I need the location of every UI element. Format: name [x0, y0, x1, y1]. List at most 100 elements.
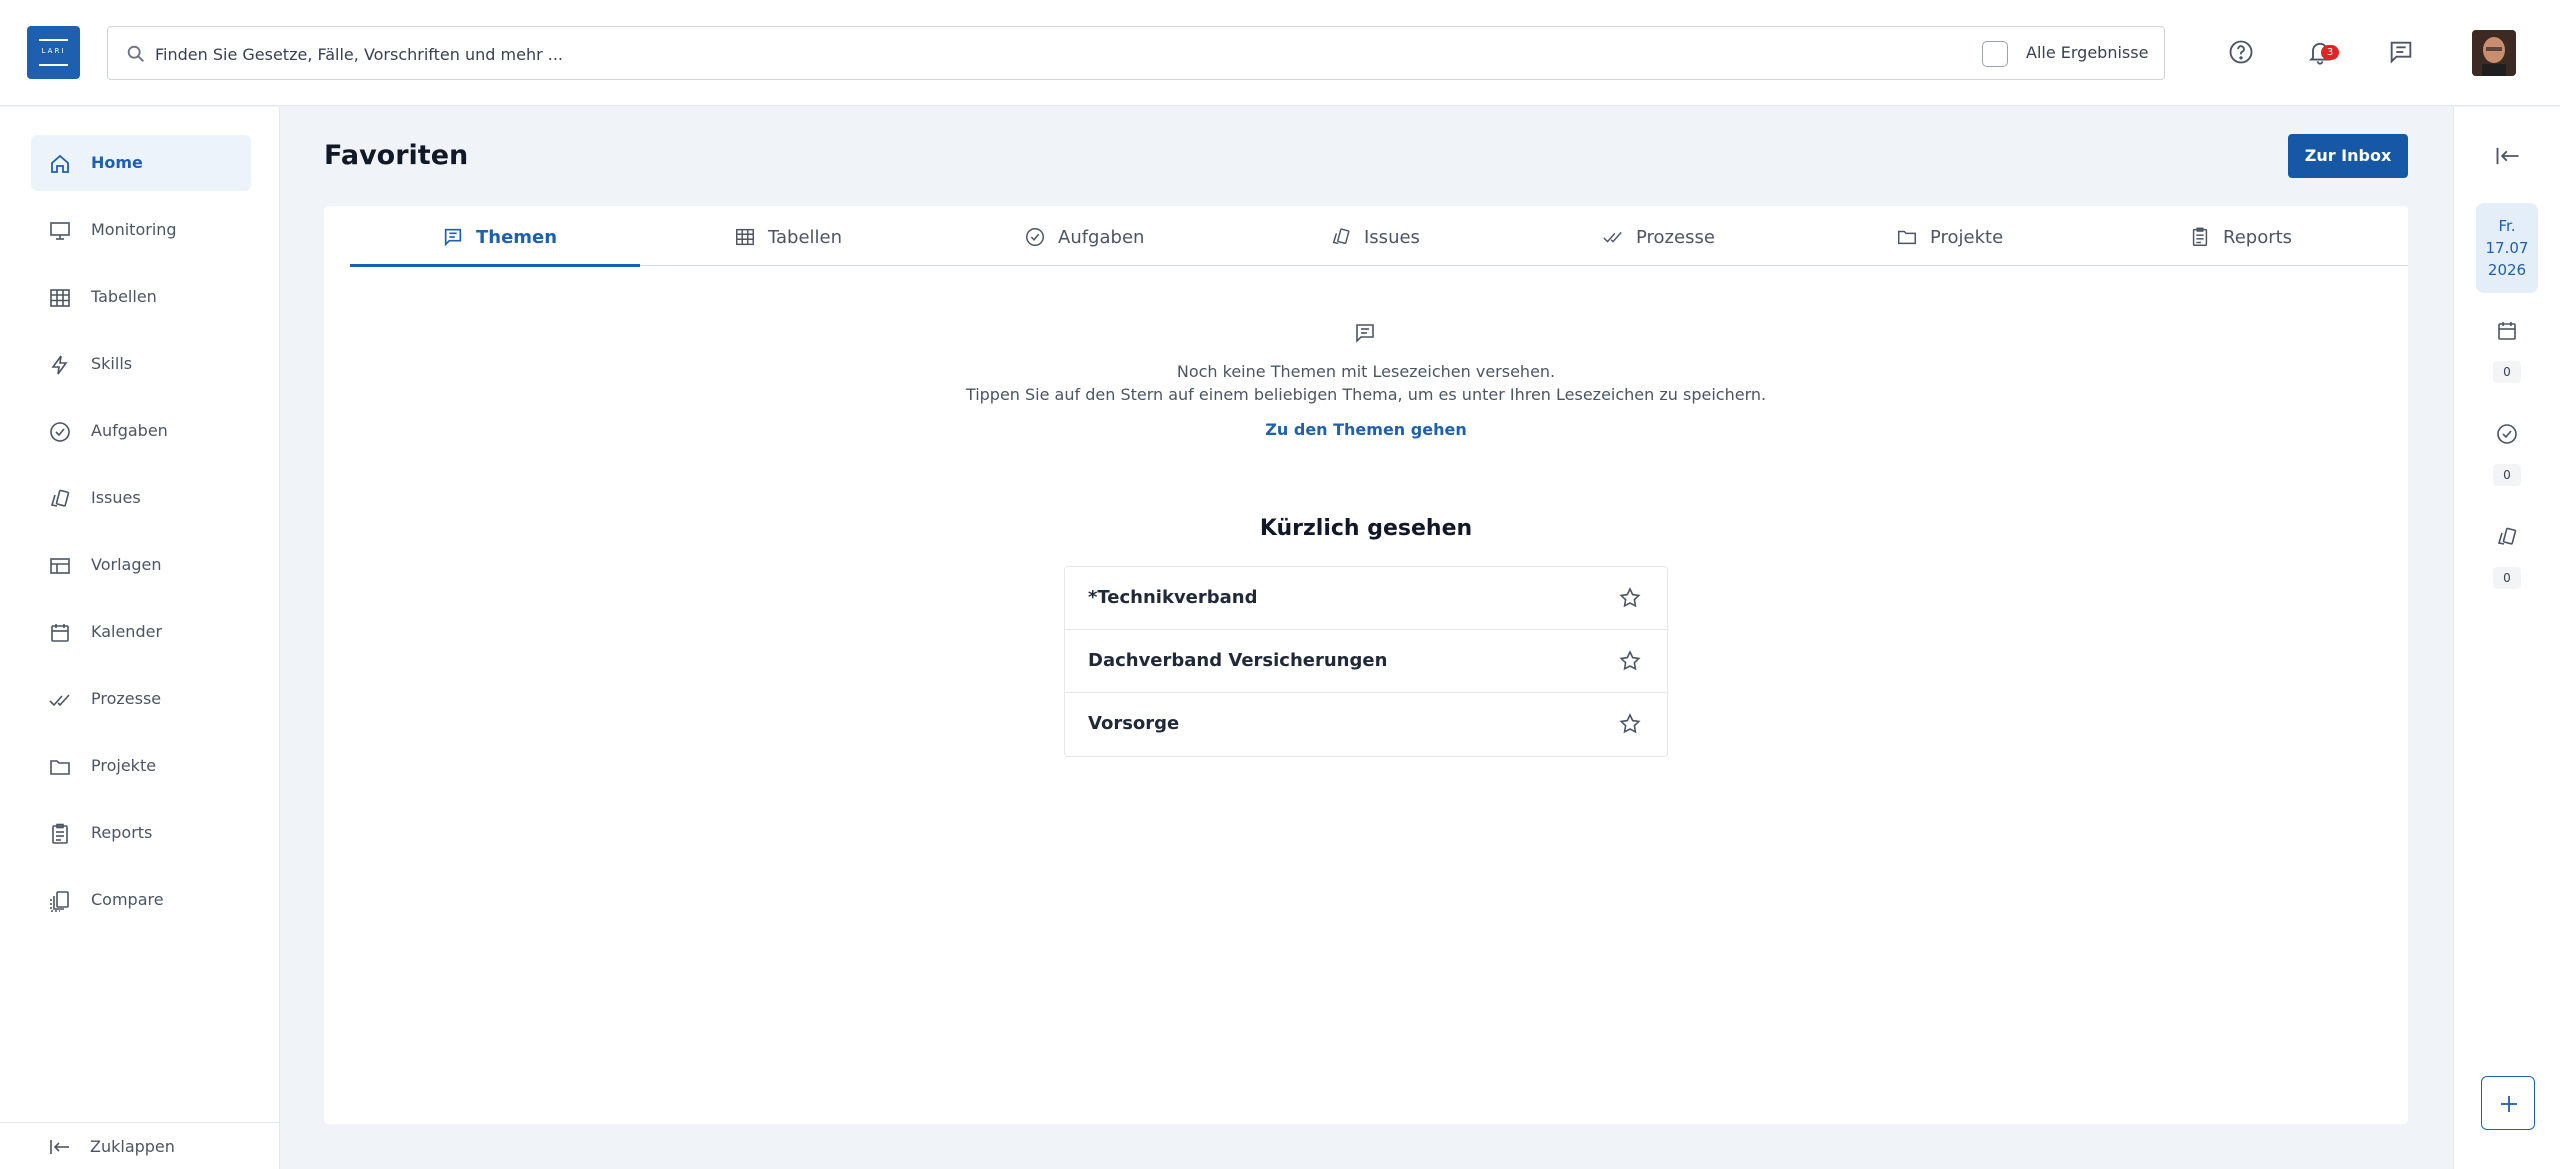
list-item-label: *Technikverband [1088, 587, 1258, 608]
issues-icon [1332, 228, 1350, 245]
sidebar-item-label: Projekte [91, 756, 157, 775]
sidebar-item-reports[interactable]: Reports [31, 805, 251, 861]
list-item-label: Dachverband Versicherungen [1088, 650, 1388, 671]
search-icon [127, 45, 144, 62]
sidebar-item-monitoring[interactable]: Monitoring [31, 202, 251, 258]
sidebar-item-home[interactable]: Home [31, 135, 251, 191]
empty-state-chat-icon [1356, 324, 1374, 343]
double-check-icon [1603, 231, 1622, 243]
date-year: 2026 [2487, 261, 2527, 279]
tab-label: Aufgaben [1058, 227, 1145, 248]
page-title: Favoriten [324, 140, 469, 171]
search-bar: Alle Ergebnisse [107, 26, 2165, 80]
list-item[interactable]: *Technikverband [1065, 567, 1667, 630]
sidebar-item-projekte[interactable]: Projekte [31, 738, 251, 794]
date-weekday: Fr. [2498, 217, 2516, 235]
collapse-sidebar-button[interactable]: Zuklappen [0, 1122, 280, 1169]
avatar[interactable] [2472, 30, 2516, 76]
bolt-icon [51, 355, 68, 375]
sidebar-item-tabellen[interactable]: Tabellen [31, 269, 251, 325]
check-circle-icon [50, 422, 70, 442]
sidebar-item-vorlagen[interactable]: Vorlagen [31, 537, 251, 593]
favorites-card: Themen Tabellen Aufgaben Issues Prozesse… [324, 206, 2408, 1124]
folder-icon [50, 760, 70, 775]
go-to-topics-link: Zu den Themen gehen [324, 420, 2408, 439]
tab-label: Tabellen [768, 227, 843, 248]
sidebar-item-label: Prozesse [91, 689, 162, 708]
calendar-icon[interactable] [2495, 319, 2519, 343]
sidebar-item-issues[interactable]: Issues [31, 470, 251, 526]
app-logo[interactable]: LARI [27, 26, 80, 79]
sidebar-item-kalender[interactable]: Kalender [31, 604, 251, 660]
logo-text: LARI [41, 47, 66, 55]
table-icon [736, 228, 754, 246]
sidebar-item-label: Issues [91, 488, 141, 507]
list-item[interactable]: Vorsorge [1065, 693, 1667, 756]
tab-label: Issues [1364, 227, 1420, 248]
sidebar-item-label: Tabellen [91, 287, 157, 306]
check-circle-icon [1026, 228, 1044, 246]
recently-viewed-title: Kürzlich gesehen [1259, 516, 1473, 541]
tab-issues[interactable]: Issues [1220, 206, 1510, 266]
tab-projekte[interactable]: Projekte [1800, 206, 2090, 266]
help-icon[interactable] [2227, 38, 2255, 66]
clipboard-icon [52, 823, 68, 844]
chat-icon [444, 228, 462, 247]
calendar-icon [51, 624, 69, 642]
tab-reports[interactable]: Reports [2090, 206, 2380, 266]
collapse-left-icon[interactable] [2494, 142, 2522, 170]
sidebar-item-skills[interactable]: Skills [31, 336, 251, 392]
tab-bar: Themen Tabellen Aufgaben Issues Prozesse… [350, 206, 2408, 267]
tab-label: Reports [2223, 227, 2293, 248]
notification-badge: 3 [2321, 45, 2339, 60]
right-rail: Fr. 17.07 2026 0 0 0 [2453, 107, 2560, 1169]
empty-state-hint: Tippen Sie auf den Stern auf einem belie… [965, 385, 1767, 404]
tasks-count: 0 [2493, 464, 2521, 486]
sidebar-item-label: Monitoring [91, 220, 177, 239]
home-icon [51, 154, 69, 173]
template-icon [50, 558, 70, 574]
list-item-label: Vorsorge [1088, 713, 1180, 734]
check-circle-icon[interactable] [2495, 422, 2519, 446]
tab-prozesse[interactable]: Prozesse [1510, 206, 1800, 266]
calendar-count: 0 [2493, 361, 2521, 383]
sidebar: Home Monitoring Tabellen Skills Aufgaben… [0, 107, 280, 1169]
sidebar-item-label: Compare [91, 890, 164, 909]
sidebar-item-label: Vorlagen [91, 555, 162, 574]
sidebar-item-label: Reports [91, 823, 153, 842]
empty-state-message: Noch keine Themen mit Lesezeichen verseh… [1176, 362, 1556, 381]
chat-icon[interactable] [2387, 38, 2415, 66]
tab-themen[interactable]: Themen [350, 206, 640, 267]
double-check-icon [49, 694, 70, 707]
all-results-checkbox[interactable] [1982, 41, 2008, 67]
tab-tabellen[interactable]: Tabellen [640, 206, 930, 266]
star-icon[interactable] [1618, 712, 1642, 736]
search-input[interactable] [155, 41, 1955, 67]
sidebar-item-label: Skills [91, 354, 133, 373]
tab-aufgaben[interactable]: Aufgaben [930, 206, 1220, 266]
collapse-label: Zuklappen [90, 1137, 175, 1156]
inbox-button[interactable]: Zur Inbox [2288, 134, 2408, 178]
top-bar: LARI Alle Ergebnisse 3 [0, 0, 2560, 106]
sidebar-item-aufgaben[interactable]: Aufgaben [31, 403, 251, 459]
sidebar-item-label: Home [91, 153, 143, 172]
monitor-icon [50, 222, 70, 240]
sidebar-item-compare[interactable]: Compare [31, 872, 251, 928]
issues-count: 0 [2493, 567, 2521, 589]
tab-label: Projekte [1930, 227, 2004, 248]
date-chip[interactable]: Fr. 17.07 2026 [2476, 203, 2538, 293]
star-icon[interactable] [1618, 649, 1642, 673]
star-icon[interactable] [1618, 586, 1642, 610]
tab-label: Themen [476, 227, 558, 248]
go-to-topics-link-text[interactable]: Zu den Themen gehen [1265, 420, 1466, 439]
all-results-label: Alle Ergebnisse [2026, 43, 2149, 62]
sidebar-item-label: Aufgaben [91, 421, 168, 440]
collapse-left-icon [50, 1140, 69, 1154]
add-button[interactable] [2481, 1076, 2535, 1130]
sidebar-item-prozesse[interactable]: Prozesse [31, 671, 251, 727]
list-item[interactable]: Dachverband Versicherungen [1065, 630, 1667, 693]
sidebar-item-label: Kalender [91, 622, 163, 641]
issues-icon[interactable] [2495, 525, 2519, 549]
table-icon [50, 289, 70, 307]
compare-icon [50, 891, 69, 912]
